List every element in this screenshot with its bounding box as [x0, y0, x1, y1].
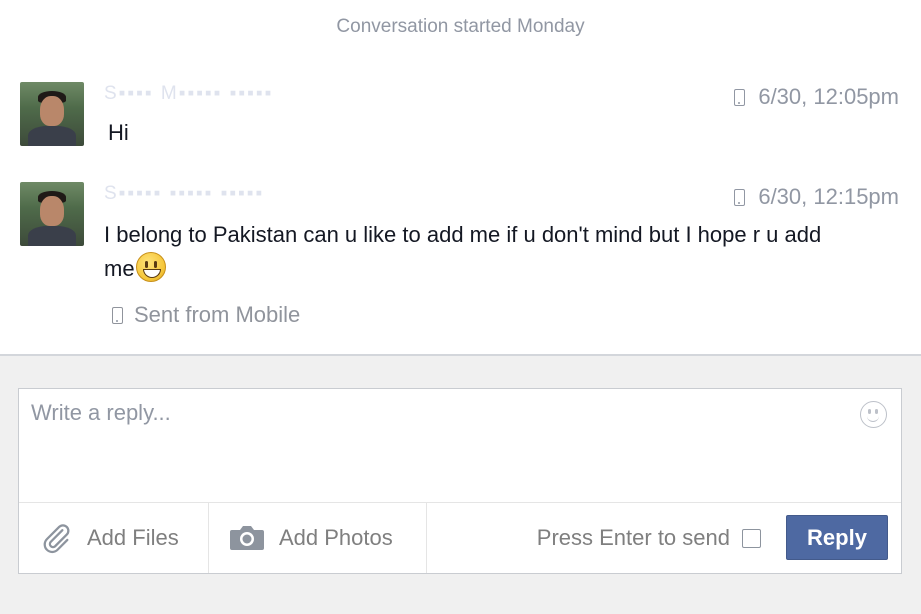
sender-name[interactable]: S▪▪▪▪▪ ▪▪▪▪▪ ▪▪▪▪▪: [104, 183, 404, 205]
add-photos-button[interactable]: Add Photos: [209, 503, 427, 573]
avatar[interactable]: [20, 82, 84, 146]
message-text-content: I belong to Pakistan can u like to add m…: [104, 222, 822, 281]
timestamp-text: 6/30, 12:05pm: [758, 84, 899, 109]
sent-from-label: Sent from Mobile: [134, 302, 301, 327]
composer-toolbar: Add Files Add Photos Press Enter to send…: [19, 502, 901, 573]
message-item: S▪▪▪▪▪ ▪▪▪▪▪ ▪▪▪▪▪ 6/30, 12:15pm I belon…: [0, 182, 921, 352]
press-enter-to-send: Press Enter to send: [537, 503, 761, 573]
reply-composer: Add Files Add Photos Press Enter to send…: [18, 388, 902, 574]
phone-icon: [112, 306, 123, 324]
composer-area: Add Files Add Photos Press Enter to send…: [0, 354, 921, 614]
press-enter-label: Press Enter to send: [536, 525, 730, 550]
conversation-started-label: Conversation started Monday: [336, 16, 585, 37]
message-timestamp: 6/30, 12:05pm: [734, 84, 899, 110]
phone-icon: [734, 188, 746, 206]
message-timestamp: 6/30, 12:15pm: [734, 184, 899, 210]
avatar[interactable]: [20, 182, 84, 246]
add-files-label: Add Files: [87, 525, 179, 550]
reply-input[interactable]: [19, 389, 901, 502]
grinning-face-emoji-icon: [135, 252, 166, 282]
press-enter-checkbox[interactable]: [742, 528, 761, 548]
reply-button[interactable]: Reply: [786, 515, 888, 560]
sender-name[interactable]: S▪▪▪▪ M▪▪▪▪▪ ▪▪▪▪▪: [104, 83, 404, 105]
phone-icon: [734, 88, 746, 106]
timestamp-text: 6/30, 12:15pm: [758, 184, 899, 209]
emoji-icon[interactable]: [860, 401, 887, 428]
paperclip-icon: [43, 524, 70, 554]
message-thread: Conversation started Monday S▪▪▪▪ M▪▪▪▪▪…: [0, 0, 921, 354]
add-files-button[interactable]: Add Files: [19, 503, 209, 573]
message-text: I belong to Pakistan can u like to add m…: [104, 218, 824, 286]
sent-from-mobile: Sent from Mobile: [112, 302, 300, 328]
add-photos-label: Add Photos: [279, 525, 393, 550]
message-text: Hi: [108, 120, 129, 145]
message-item: S▪▪▪▪ M▪▪▪▪▪ ▪▪▪▪▪ 6/30, 12:05pm Hi: [0, 82, 921, 172]
camera-icon: [230, 526, 264, 550]
